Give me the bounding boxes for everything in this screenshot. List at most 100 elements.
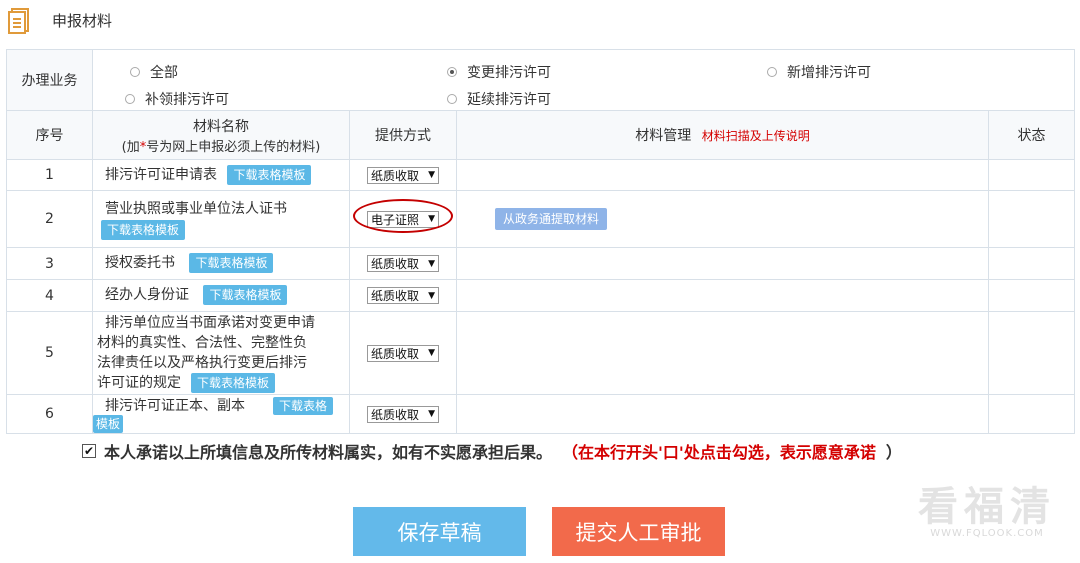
method-select[interactable]: 纸质收取 ▼ <box>367 405 439 423</box>
row-manage-cell <box>456 159 989 191</box>
radio-renew[interactable]: 延续排污许可 <box>447 89 551 109</box>
header-name: 材料名称 (加*号为网上申报必须上传的材料) <box>92 110 350 160</box>
row-status-cell <box>988 394 1075 434</box>
radio-reissue[interactable]: 补领排污许可 <box>125 89 229 109</box>
section-title: 申报材料 <box>52 12 113 30</box>
radio-change-label: 变更排污许可 <box>467 65 551 81</box>
row-name: 经办人身份证 <box>105 287 189 303</box>
row-name-line3: 法律责任以及严格执行变更后排污 <box>97 355 307 371</box>
row-name-cell: 排污许可证正本、副本 下载表格 模板 <box>92 394 350 434</box>
pledge-text: 本人承诺以上所填信息及所传材料属实，如有不实愿承担后果。 <box>104 443 553 462</box>
row-status-cell <box>988 279 1075 312</box>
row-name: 排污许可证申请表 <box>105 166 217 183</box>
materials-table: 办理业务 全部 变更排污许可 新增排污许可 补领排污许可 延续排污许可 序号 材… <box>6 49 1075 434</box>
row-index: 6 <box>6 394 93 434</box>
watermark-title: 看福清 <box>918 484 1056 530</box>
checkmark-icon: ✔ <box>83 444 95 458</box>
radio-all[interactable]: 全部 <box>130 62 178 82</box>
row-status-cell <box>988 247 1075 280</box>
header-name-suffix: 号为网上申报必须上传的材料) <box>146 139 321 155</box>
table-row: 2 营业执照或事业单位法人证书 下载表格模板 电子证照 ▼ 从政务通提取材料 <box>6 190 1075 248</box>
radio-change-icon <box>447 67 457 77</box>
row-method-cell: 纸质收取 ▼ <box>349 247 457 280</box>
download-template-button-part2[interactable]: 模板 <box>93 415 124 433</box>
download-template-button[interactable]: 下载表格模板 <box>101 219 186 240</box>
method-select-value: 纸质收取 <box>371 346 420 361</box>
download-template-button[interactable]: 下载表格模板 <box>189 253 274 273</box>
row-manage-cell <box>456 279 989 312</box>
header-manage: 材料管理 材料扫描及上传说明 <box>456 110 989 160</box>
download-template-button[interactable]: 下载表格模板 <box>203 285 288 305</box>
section-header: 申报材料 <box>0 0 1080 42</box>
row-manage-cell <box>456 311 989 395</box>
dropdown-arrow-icon: ▼ <box>428 290 435 301</box>
pledge-hint-close: ） <box>885 443 902 462</box>
fetch-from-gov-button[interactable]: 从政务通提取材料 <box>495 208 608 230</box>
radio-new-icon <box>767 67 777 77</box>
pledge-hint-open: （ <box>562 443 579 462</box>
dropdown-arrow-icon: ▼ <box>428 214 435 224</box>
header-status: 状态 <box>988 110 1075 160</box>
row-index: 2 <box>6 190 93 248</box>
dropdown-arrow-icon: ▼ <box>428 258 435 269</box>
table-row: 5 排污单位应当书面承诺对变更申请 材料的真实性、合法性、完整性负 法律责任以及… <box>6 311 1075 395</box>
radio-new-label: 新增排污许可 <box>787 65 871 81</box>
row-index: 5 <box>6 311 93 395</box>
row-method-cell: 纸质收取 ▼ <box>349 311 457 395</box>
row-method-cell: 纸质收取 ▼ <box>349 279 457 312</box>
table-row: 3 授权委托书 下载表格模板 纸质收取 ▼ <box>6 247 1075 280</box>
pledge-row: ✔ 本人承诺以上所填信息及所传材料属实，如有不实愿承担后果。 （在本行开头'口'… <box>82 439 902 463</box>
upload-instructions-link[interactable]: 材料扫描及上传说明 <box>702 129 810 143</box>
row-method-cell: 纸质收取 ▼ <box>349 394 457 434</box>
table-header-row: 序号 材料名称 (加*号为网上申报必须上传的材料) 提供方式 材料管理 材料扫描… <box>6 110 1075 160</box>
row-index: 1 <box>6 159 93 191</box>
download-template-button[interactable]: 下载表格模板 <box>227 164 312 185</box>
row-method-cell: 纸质收取 ▼ <box>349 159 457 191</box>
row-name-cell: 授权委托书 下载表格模板 <box>92 247 350 280</box>
radio-all-icon <box>130 67 140 77</box>
method-select-value: 电子证照 <box>371 212 420 227</box>
row-manage-cell <box>456 247 989 280</box>
pledge-checkbox[interactable]: ✔ <box>82 444 96 458</box>
method-select-value: 纸质收取 <box>371 407 420 422</box>
download-template-button-part1[interactable]: 下载表格 <box>273 397 334 415</box>
row-name: 排污许可证正本、副本 <box>105 398 245 414</box>
row-name-cell: 经办人身份证 下载表格模板 <box>92 279 350 312</box>
radio-new[interactable]: 新增排污许可 <box>767 62 871 82</box>
document-icon <box>8 8 29 34</box>
method-select[interactable]: 纸质收取 ▼ <box>367 344 439 362</box>
row-index: 4 <box>6 279 93 312</box>
download-template-button[interactable]: 下载表格模板 <box>191 373 276 393</box>
method-select[interactable]: 纸质收取 ▼ <box>367 166 439 184</box>
radio-reissue-label: 补领排污许可 <box>145 92 229 108</box>
radio-renew-icon <box>447 94 457 104</box>
watermark-url: WWW.FQLOOK.COM <box>930 528 1044 539</box>
dropdown-arrow-icon: ▼ <box>428 170 435 180</box>
save-draft-button[interactable]: 保存草稿 <box>353 507 526 556</box>
row-status-cell <box>988 159 1075 191</box>
row-manage-cell: 从政务通提取材料 <box>456 190 989 248</box>
method-select-value: 纸质收取 <box>371 289 420 303</box>
radio-reissue-icon <box>125 94 135 104</box>
method-select[interactable]: 电子证照 ▼ <box>367 210 439 228</box>
header-method: 提供方式 <box>349 110 457 160</box>
watermark: 看福清 WWW.FQLOOK.COM <box>918 474 1056 539</box>
method-select[interactable]: 纸质收取 ▼ <box>367 255 439 272</box>
radio-renew-label: 延续排污许可 <box>467 92 551 108</box>
row-manage-cell <box>456 394 989 434</box>
table-row: 1 排污许可证申请表 下载表格模板 纸质收取 ▼ <box>6 159 1075 191</box>
header-name-line1: 材料名称 <box>193 118 249 135</box>
header-index: 序号 <box>6 110 93 160</box>
row-name-cell: 排污单位应当书面承诺对变更申请 材料的真实性、合法性、完整性负 法律责任以及严格… <box>92 311 350 395</box>
row-name: 授权委托书 <box>105 255 175 271</box>
method-select[interactable]: 纸质收取 ▼ <box>367 287 439 304</box>
row-name-cell: 排污许可证申请表 下载表格模板 <box>92 159 350 191</box>
table-row: 6 排污许可证正本、副本 下载表格 模板 纸质收取 ▼ <box>6 394 1075 434</box>
row-name: 营业执照或事业单位法人证书 <box>105 200 287 217</box>
radio-change[interactable]: 变更排污许可 <box>447 62 551 82</box>
row-name-line4: 许可证的规定 <box>97 375 181 391</box>
submit-review-button[interactable]: 提交人工审批 <box>552 507 725 556</box>
dropdown-arrow-icon: ▼ <box>428 348 435 358</box>
row-name-line2: 材料的真实性、合法性、完整性负 <box>97 335 307 351</box>
method-select-value: 纸质收取 <box>371 168 420 183</box>
